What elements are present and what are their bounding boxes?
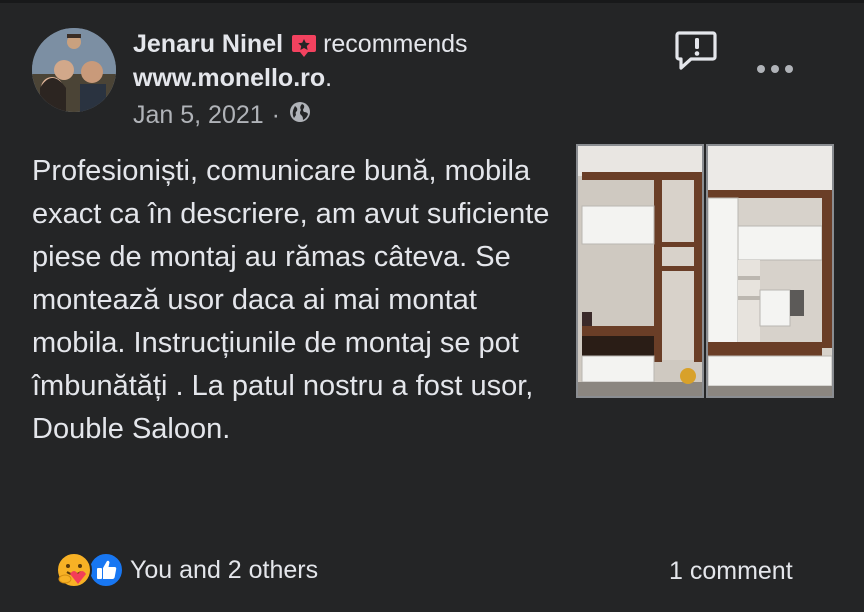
post-photo-1[interactable] <box>576 144 704 398</box>
like-reaction-icon <box>88 552 124 588</box>
more-options-button[interactable] <box>754 54 796 84</box>
recommended-page: www.monello.ro. <box>133 64 332 93</box>
recommends-label: recommends <box>323 30 468 58</box>
report-icon <box>674 31 720 78</box>
comments-count-link[interactable]: 1 comment <box>669 557 793 586</box>
reactions-summary[interactable]: You and 2 others <box>56 552 318 588</box>
post-photo-2[interactable] <box>706 144 834 398</box>
reactions-count-text: You and 2 others <box>130 555 319 584</box>
recommend-icon <box>291 32 317 58</box>
more-icon <box>754 65 796 88</box>
post-body-text: Profesioniști, comunicare bună, mobila e… <box>32 155 550 445</box>
meta-separator: · <box>271 101 280 129</box>
post-date[interactable]: Jan 5, 2021 <box>133 101 264 130</box>
post-header: Jenaru Ninel recommends <box>133 30 468 59</box>
site-period: . <box>325 64 333 92</box>
author-name[interactable]: Jenaru Ninel <box>133 30 283 59</box>
author-avatar[interactable] <box>32 28 116 112</box>
globe-icon <box>288 100 312 131</box>
top-divider <box>0 0 864 3</box>
care-reaction-icon <box>56 552 92 588</box>
post-meta: Jan 5, 2021 · <box>133 100 312 131</box>
recommended-page-link[interactable]: www.monello.ro <box>133 64 325 92</box>
report-button[interactable] <box>674 28 720 74</box>
